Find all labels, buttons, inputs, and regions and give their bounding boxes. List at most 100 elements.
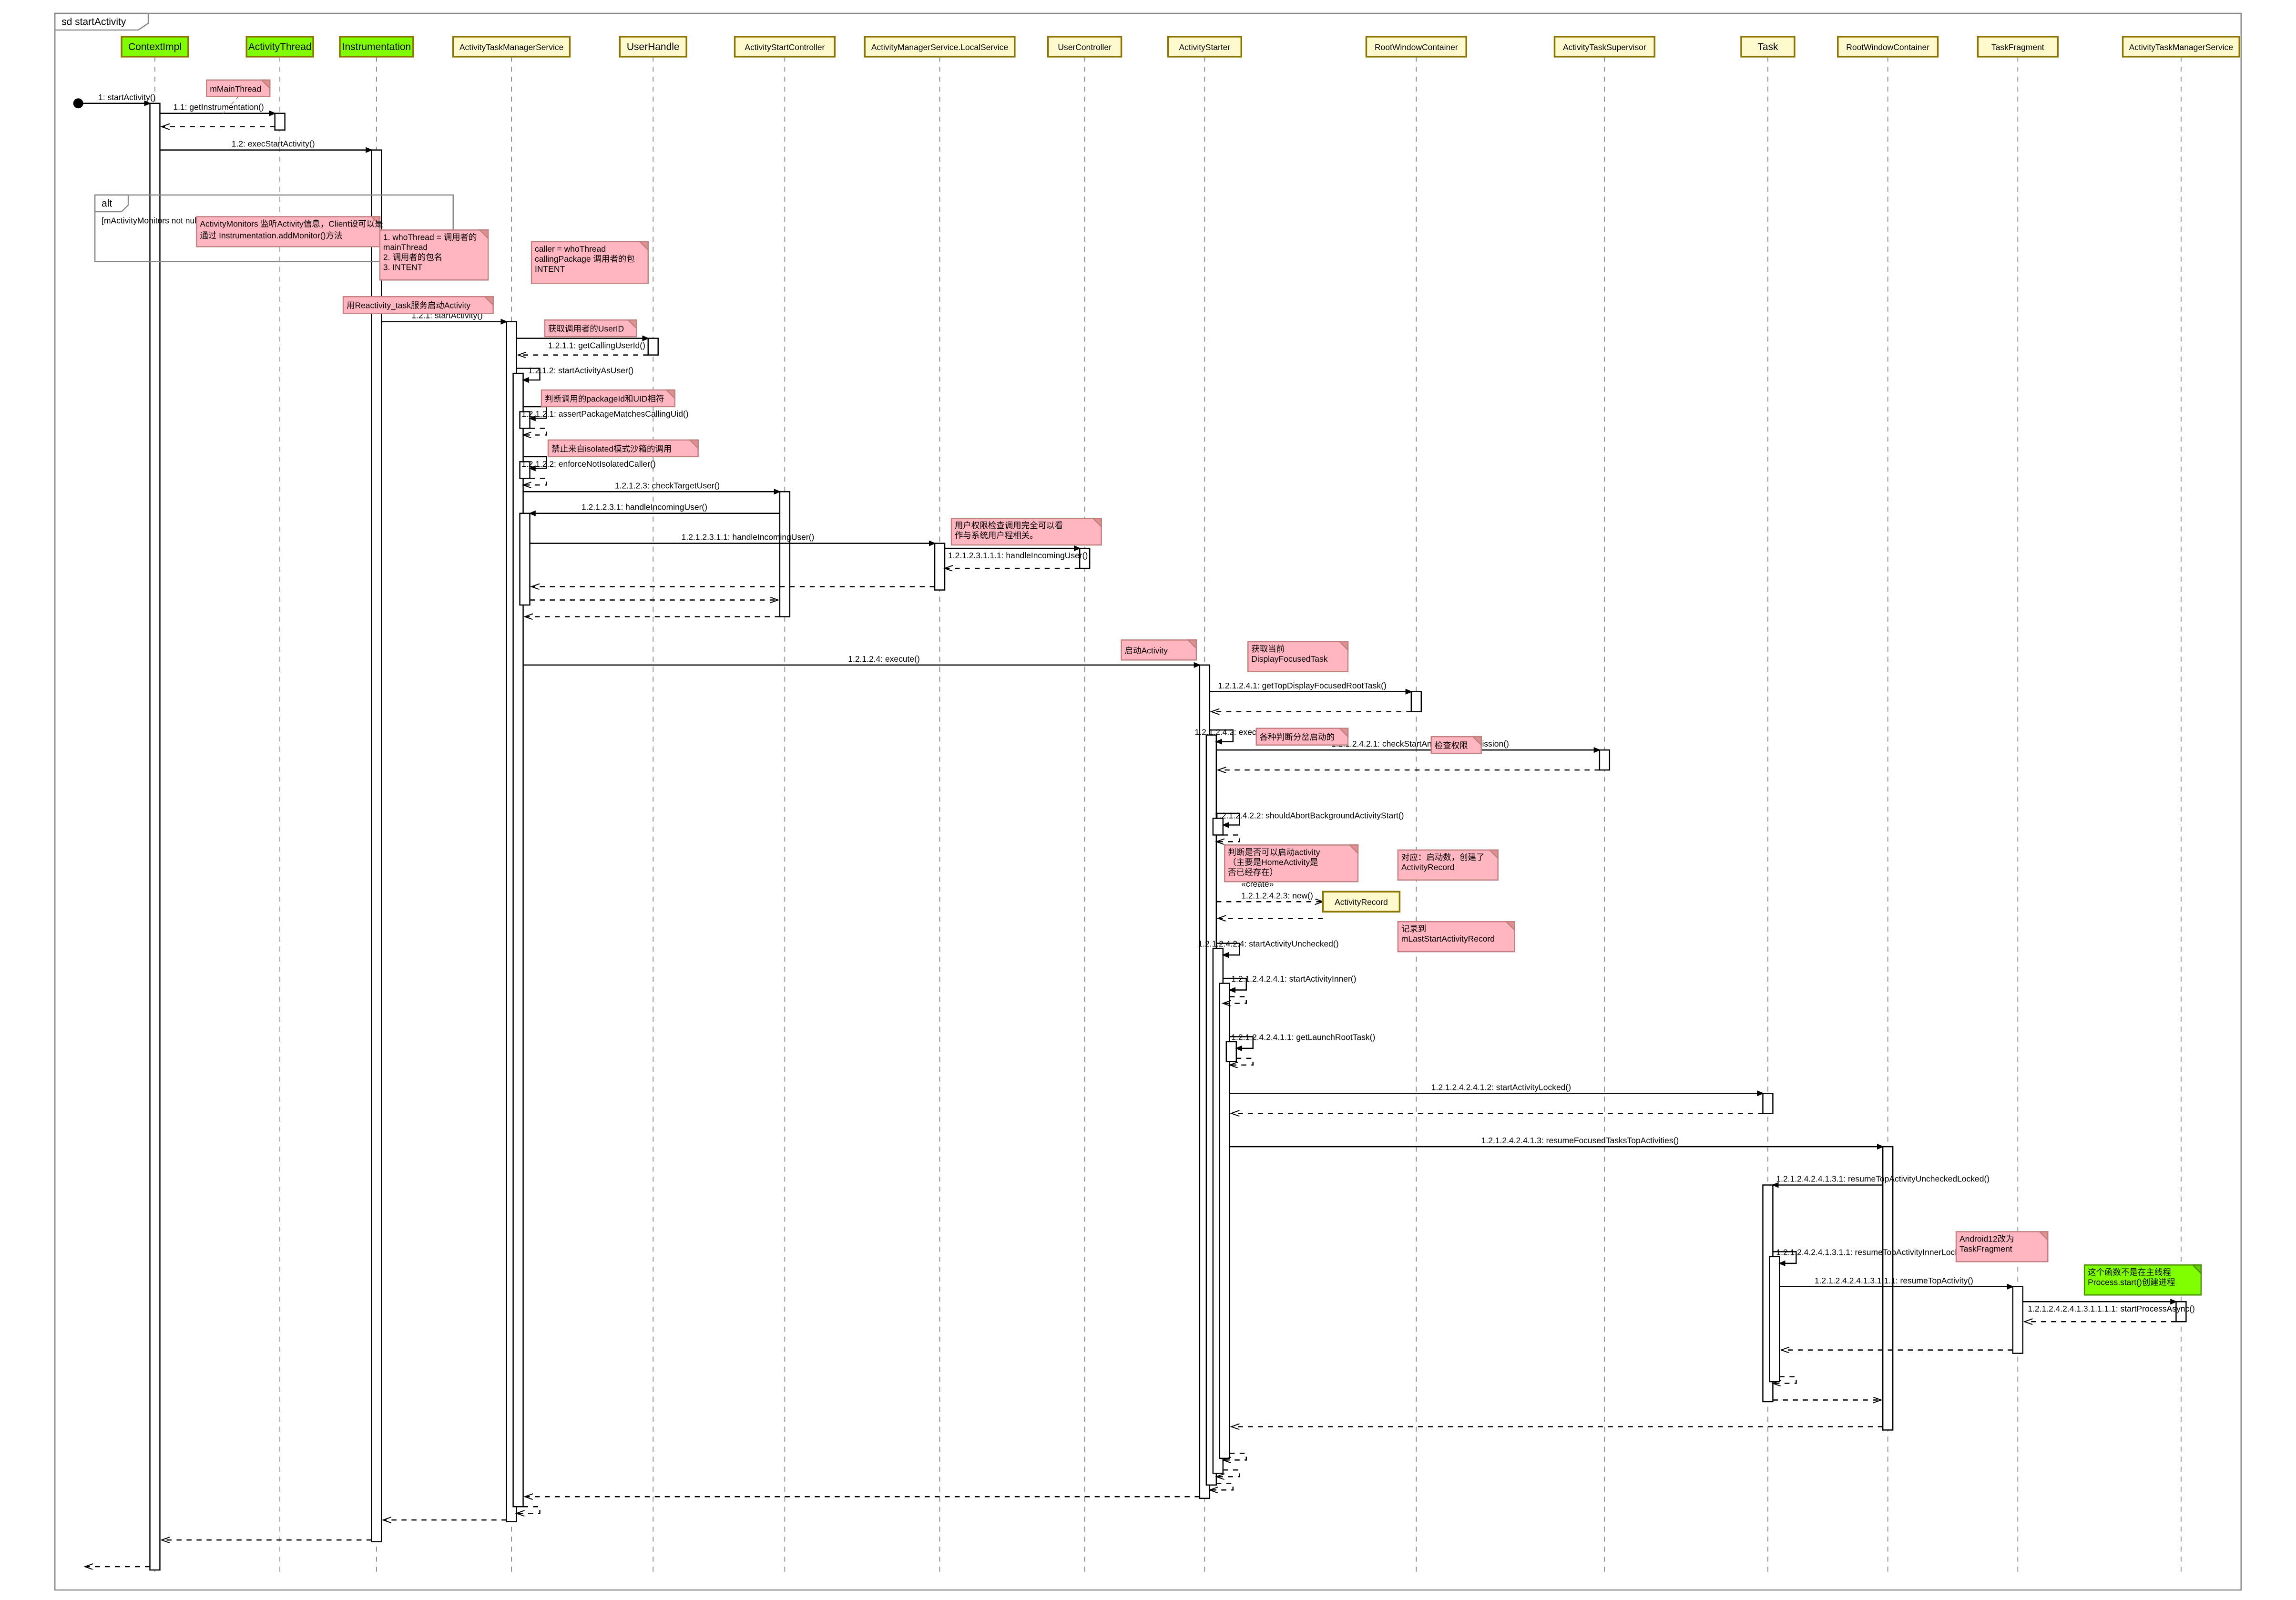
- svg-text:否已经存在）: 否已经存在）: [1228, 867, 1278, 877]
- lifeline-label: ActivityStarter: [1179, 42, 1230, 52]
- ar-label: ActivityRecord: [1335, 897, 1388, 907]
- svg-text:DisplayFocusedTask: DisplayFocusedTask: [1251, 654, 1327, 664]
- svg-text:1.2.1.2.4.2.4.1.3.1.1.1: resum: 1.2.1.2.4.2.4.1.3.1.1.1: resumeTopActivi…: [1815, 1276, 1973, 1285]
- svg-text:1.2.1.2.4.2.4.1.3.1.1: resumeT: 1.2.1.2.4.2.4.1.3.1.1: resumeTopActivity…: [1776, 1247, 1974, 1257]
- svg-text:用Reactivity_task服务启动Activity: 用Reactivity_task服务启动Activity: [347, 301, 470, 311]
- activation-as-3a: [1213, 818, 1223, 835]
- note-userid: 获取调用者的UserID: [545, 320, 636, 337]
- svg-text:INTENT: INTENT: [535, 264, 565, 274]
- alt-label: alt: [102, 198, 112, 209]
- ret-12121: [523, 428, 547, 435]
- note-pkgid: 判断调用的packageId和UID相符: [541, 390, 675, 407]
- lifeline-label: ActivityTaskManagerService: [459, 42, 563, 52]
- diagram-title: sd startActivity: [61, 16, 126, 27]
- svg-text:用户权限检查调用完全可以看: 用户权限检查调用完全可以看: [955, 521, 1063, 530]
- activation-ats: [1600, 750, 1610, 770]
- note-monitors: ActivityMonitors 监听Activity信息，Client设可以是…: [196, 216, 383, 246]
- ret-12122: [523, 478, 547, 485]
- svg-text:1.2.1.2.4.2.4.1.3.1: resumeTop: 1.2.1.2.4.2.4.1.3.1: resumeTopActivityUn…: [1776, 1174, 1990, 1184]
- svg-text:禁止来自isolated模式沙箱的调用: 禁止来自isolated模式沙箱的调用: [551, 444, 672, 453]
- svg-text:1.2.1.2.4.1: getTopDisplayFocu: 1.2.1.2.4.1: getTopDisplayFocusedRootTas…: [1218, 681, 1386, 690]
- svg-text:TaskFragment: TaskFragment: [1959, 1244, 2012, 1253]
- activation-atms-3c: [520, 513, 530, 605]
- svg-text:这个函数不是在主线程: 这个函数不是在主线程: [2088, 1267, 2171, 1277]
- msg-1-1-label: 1.1: getInstrumentation(): [173, 103, 264, 112]
- lifeline-label: TaskFragment: [1991, 42, 2044, 52]
- note-caller: caller = whoThread callingPackage 调用者的包 …: [531, 242, 648, 283]
- svg-text:1.2.1.2.4.2.4.1.3.1.1.1.1: sta: 1.2.1.2.4.2.4.1.3.1.1.1.1: startProcessA…: [2028, 1304, 2195, 1313]
- svg-text:mainThread: mainThread: [383, 242, 428, 252]
- activation-rwc: [1411, 692, 1421, 712]
- svg-text:1.2.1.2.4.2.4: startActivityUn: 1.2.1.2.4.2.4: startActivityUnchecked(): [1198, 939, 1338, 949]
- note-branch: 各种判断分岔启动的: [1256, 728, 1348, 745]
- svg-text:1.2.1.2.4: execute(): 1.2.1.2.4: execute(): [848, 654, 920, 664]
- alt-cond: [mActivityMonitors not null]: [102, 215, 201, 225]
- note-whothread: 1. whoThread = 调用者的 mainThread 2. 调用者的包名…: [380, 230, 488, 280]
- svg-text:1.2.1.2.4.2.2: shouldAbortBack: 1.2.1.2.4.2.2: shouldAbortBackgroundActi…: [1214, 810, 1404, 820]
- svg-text:1.2.1.2.4.2.4.1.1: getLaunchRo: 1.2.1.2.4.2.4.1.1: getLaunchRootTask(): [1231, 1032, 1375, 1042]
- lifeline-label: ActivityManagerService.LocalService: [871, 42, 1008, 52]
- lifeline-label: UserHandle: [627, 41, 680, 52]
- activation-as-5: [1226, 1042, 1236, 1062]
- svg-text:1.2.1.2.3: checkTargetUser(): 1.2.1.2.3: checkTargetUser(): [615, 481, 720, 490]
- activation-task-3: [1769, 1257, 1779, 1382]
- activation-asc: [780, 492, 790, 616]
- note-a12: Android12改为 TaskFragment: [1956, 1231, 2048, 1262]
- svg-text:caller = whoThread: caller = whoThread: [535, 244, 606, 254]
- svg-text:1.2.1.2.3.1.1.1: handleIncomin: 1.2.1.2.3.1.1.1: handleIncomingUser(): [948, 551, 1088, 560]
- svg-text:ActivityRecord: ActivityRecord: [1401, 862, 1455, 872]
- svg-text:ActivityMonitors 监听Activity信息，: ActivityMonitors 监听Activity信息，Client设可以是: [200, 219, 383, 228]
- lifeline-label: ContextImpl: [128, 41, 182, 52]
- msg-1-label: 1: startActivity(): [98, 92, 155, 102]
- svg-text:1.2.1.2.4.2.3: new(): 1.2.1.2.4.2.3: new(): [1241, 891, 1313, 900]
- note-userperm: 用户权限检查调用完全可以看 作与系统用户程相关。: [951, 518, 1102, 545]
- svg-text:各种判断分岔启动的: 各种判断分岔启动的: [1260, 732, 1335, 742]
- activation-tf: [2013, 1287, 2023, 1354]
- activation-rwc2: [1883, 1147, 1893, 1430]
- ret-sabas: [1216, 835, 1240, 841]
- svg-text:获取调用者的UserID: 获取调用者的UserID: [548, 324, 624, 334]
- activation-ins: [371, 150, 381, 1542]
- svg-text:mMainThread: mMainThread: [210, 84, 261, 93]
- svg-text:判断是否可以启动activity: 判断是否可以启动activity: [1228, 847, 1320, 857]
- lifeline-label: RootWindowContainer: [1846, 42, 1929, 52]
- svg-text:2. 调用者的包名: 2. 调用者的包名: [383, 252, 442, 262]
- svg-text:记录到: 记录到: [1401, 924, 1426, 933]
- msg-1-2-label: 1.2: execStartActivity(): [232, 139, 315, 149]
- svg-text:1. whoThread = 调用者的: 1. whoThread = 调用者的: [383, 232, 477, 242]
- svg-text:启动Activity: 启动Activity: [1125, 646, 1168, 655]
- svg-text:检查权限: 检查权限: [1435, 741, 1468, 750]
- svg-text:判断调用的packageId和UID相符: 判断调用的packageId和UID相符: [545, 394, 664, 403]
- svg-text:1.2.1.2.3.1: handleIncomingUse: 1.2.1.2.3.1: handleIncomingUser(): [582, 503, 707, 512]
- lifeline-label: Instrumentation: [342, 41, 411, 52]
- svg-text:1.2.1.2: startActivityAsUser(): 1.2.1.2: startActivityAsUser(): [528, 366, 633, 375]
- lifeline-label: ActivityThread: [248, 41, 312, 52]
- svg-text:1.2.1.2.4.2.4.1: startActivity: 1.2.1.2.4.2.4.1: startActivityInner(): [1231, 974, 1356, 984]
- msg-1-2-1-1-label: 1.2.1.1: getCallingUserId(): [548, 341, 645, 350]
- svg-text:1.2.1.2.4.2.4.1.3: resumeFocus: 1.2.1.2.4.2.4.1.3: resumeFocusedTasksTop…: [1481, 1136, 1679, 1145]
- svg-text:（主要是HomeActivity是: （主要是HomeActivity是: [1228, 857, 1318, 867]
- activation-ci: [150, 103, 160, 1570]
- lifeline-label: ActivityTaskManagerService: [2129, 42, 2233, 52]
- lifeline-label: ActivityTaskSupervisor: [1563, 42, 1646, 52]
- lifeline-label: UserController: [1058, 42, 1112, 52]
- note-process: 这个函数不是在主线程 Process.start()创建进程: [2084, 1265, 2201, 1295]
- notes-group: mMainThread ActivityMonitors 监听Activity信…: [196, 80, 2201, 1295]
- svg-text:对应：启动数，创建了: 对应：启动数，创建了: [1401, 852, 1485, 862]
- note-reactivity: 用Reactivity_task服务启动Activity: [343, 297, 493, 313]
- lifeline-label: ActivityStartController: [745, 42, 825, 52]
- svg-text:1.2.1.2.4.2.4.1.2: startActivi: 1.2.1.2.4.2.4.1.2: startActivityLocked(): [1431, 1082, 1571, 1092]
- activation-at: [275, 113, 285, 130]
- svg-text:1.2.1.2.1: assertPackageMatche: 1.2.1.2.1: assertPackageMatchesCallingUi…: [521, 409, 689, 419]
- lifeline-label: RootWindowContainer: [1375, 42, 1458, 52]
- svg-text:callingPackage 调用者的包: callingPackage 调用者的包: [535, 254, 635, 264]
- svg-text:Android12改为: Android12改为: [1959, 1234, 2014, 1243]
- svg-text:mLastStartActivityRecord: mLastStartActivityRecord: [1401, 934, 1495, 944]
- note-home: 判断是否可以启动activity （主要是HomeActivity是 否已经存在…: [1225, 845, 1358, 882]
- activation-amsls: [935, 544, 945, 590]
- note-mlsar: 记录到 mLastStartActivityRecord: [1398, 922, 1515, 952]
- svg-text:1.2.1.2.3.1.1: handleIncomingU: 1.2.1.2.3.1.1: handleIncomingUser(): [682, 533, 815, 542]
- activation-uh: [648, 338, 658, 355]
- lifeline-label: Task: [1757, 41, 1778, 52]
- svg-text:通过 Instrumentation.addMonitor(: 通过 Instrumentation.addMonitor()方法: [200, 231, 342, 240]
